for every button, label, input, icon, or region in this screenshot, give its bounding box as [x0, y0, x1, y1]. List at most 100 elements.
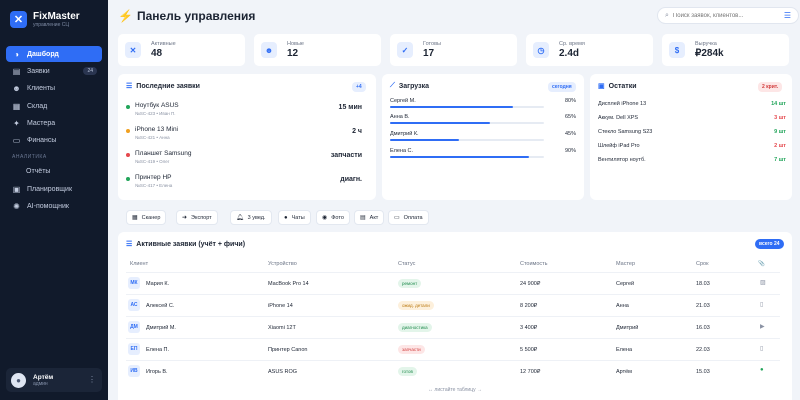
sidebar-item-warehouse[interactable]: ▦ Склад — [6, 98, 102, 114]
search-box[interactable]: ⌕ ☰ — [657, 7, 799, 24]
table-row[interactable]: ЕП Елена П. Принтер Canon запчасти 5 500… — [126, 338, 780, 360]
photo-button[interactable]: ◉ Фото — [316, 210, 350, 225]
image-icon[interactable]: ▨ — [760, 279, 766, 286]
sidebar-item-requests[interactable]: ▤ Заявки 24 — [6, 63, 102, 79]
warehouse-icon: ▦ — [12, 101, 21, 111]
load-period-pill[interactable]: сегодня — [548, 82, 576, 92]
status-dot — [126, 129, 130, 133]
column-header[interactable]: Срок — [696, 261, 709, 267]
check-circle-icon[interactable]: ● — [760, 367, 764, 373]
sidebar-item-finance[interactable]: ▭ Финансы — [6, 133, 102, 149]
list-item[interactable]: iPhone 13 Mini №SC-421 • Анна 2 ч — [126, 126, 362, 146]
load-bar — [390, 106, 544, 108]
doc-icon[interactable]: ▯ — [760, 301, 763, 308]
filter-icon[interactable]: ☰ — [784, 11, 791, 20]
search-input[interactable] — [672, 12, 773, 19]
client-initials: МК — [128, 277, 140, 289]
scanner-button[interactable]: ▦ Сканер — [126, 210, 167, 225]
table-row[interactable]: МК Мария К. MacBook Pro 14 ремонт 24 900… — [126, 272, 780, 294]
bell-icon: 🔔︎ — [236, 215, 244, 221]
sidebar-item-label: Заявки — [27, 67, 50, 75]
page-title: ⚡ Панель управления — [118, 9, 255, 23]
cost-cell: 12 700₽ — [520, 369, 541, 375]
stat-card-ready[interactable]: ✓ Готовы 17 — [390, 34, 517, 66]
notifications-button[interactable]: 🔔︎ 3 увед. — [230, 210, 272, 225]
device-cell: ASUS ROG — [268, 369, 298, 375]
stock-panel: ▣ Остатки 2 крит. Дисплей iPhone 13 14 ш… — [590, 74, 792, 200]
column-header[interactable]: Устройство — [268, 261, 297, 267]
master-name: Дмитрий К. — [390, 131, 419, 137]
load-row: Дмитрий К. 45% — [390, 131, 576, 149]
sidebar-item-reports[interactable]: Отчёты — [6, 164, 102, 180]
video-icon[interactable]: ▶ — [760, 323, 765, 330]
act-button[interactable]: ▤ Акт — [354, 210, 385, 225]
doc-icon[interactable]: ▯ — [760, 345, 763, 352]
user-card[interactable]: ● Артём админ ⋮ — [6, 368, 102, 392]
part-name: Аккум. Dell XPS — [598, 115, 639, 121]
clock-icon: ◷ — [533, 42, 549, 58]
column-header[interactable]: Клиент — [130, 261, 148, 267]
cost-cell: 8 200₽ — [520, 303, 538, 309]
button-label: 3 увед. — [247, 214, 266, 221]
status-badge: диагностика — [398, 323, 432, 332]
load-panel: ⟋ Загрузка сегодня Сергей М. 80% Анна В.… — [382, 74, 584, 200]
client-cell: Елена П. — [146, 347, 170, 353]
stat-card-new[interactable]: ☻ Новые 12 — [254, 34, 381, 66]
sidebar-nav: ◑ Дашборд ▤ Заявки 24 ☻ Клиенты ▦ Склад … — [6, 46, 102, 216]
client-cell: Мария К. — [146, 281, 170, 287]
table-row[interactable]: ИВ Игорь В. ASUS ROG готов 12 700₽ Артём… — [126, 360, 780, 382]
table-row[interactable]: АС Алексей С. iPhone 14 ожид. детали 8 2… — [126, 294, 780, 316]
column-header[interactable]: Мастер — [616, 261, 635, 267]
sidebar-item-dashboard[interactable]: ◑ Дашборд — [6, 46, 102, 62]
device-cell: Xiaomi 12T — [268, 325, 296, 331]
chats-button[interactable]: ● Чаты — [278, 210, 311, 225]
panel-title: ▣ Остатки — [598, 82, 637, 91]
table-row[interactable]: ДМ Дмитрий М. Xiaomi 12T диагностика 3 4… — [126, 316, 780, 338]
load-percent: 80% — [564, 98, 576, 104]
column-header[interactable]: 📎 — [758, 261, 765, 267]
sidebar-item-clients[interactable]: ☻ Клиенты — [6, 81, 102, 97]
main-content: ⚡ Панель управления ⌕ ☰ ✕ Активные 48 ☻ … — [108, 0, 800, 400]
load-row: Анна В. 65% — [390, 114, 576, 132]
sidebar-item-masters[interactable]: ✦ Мастера — [6, 116, 102, 132]
button-label: Чаты — [291, 214, 305, 221]
stock-row[interactable]: Аккум. Dell XPS 3 шт — [598, 115, 786, 129]
stock-row[interactable]: Дисплей iPhone 13 14 шт — [598, 101, 786, 115]
request-time: 2 ч — [352, 128, 362, 135]
export-button[interactable]: ➜ Экспорт — [176, 210, 218, 225]
date-cell: 22.03 — [696, 347, 710, 353]
sidebar-item-planner[interactable]: ▣ Планировщик — [6, 181, 102, 197]
nav-section-analytics: АНАЛИТИКА — [12, 153, 47, 160]
part-qty: 2 шт — [774, 143, 786, 149]
stat-card-avg-time[interactable]: ◷ Ср. время 2.4d — [526, 34, 653, 66]
cost-cell: 3 400₽ — [520, 325, 538, 331]
user-role: админ — [33, 380, 48, 387]
list-item[interactable]: Планшет Samsung №SC-419 • Олег запчасти — [126, 150, 362, 170]
stock-row[interactable]: Стекло Samsung S23 9 шт — [598, 129, 786, 143]
stat-card-revenue[interactable]: $ Выручка ₽284k — [662, 34, 789, 66]
button-label: Экспорт — [191, 214, 212, 221]
stat-card-active[interactable]: ✕ Активные 48 — [118, 34, 245, 66]
list-item[interactable]: Ноутбук ASUS №SC-423 • Иван П. 15 мин — [126, 102, 362, 122]
request-time: диагн. — [340, 176, 362, 183]
stat-value: 2.4d — [559, 48, 580, 59]
column-header[interactable]: Статус — [398, 261, 415, 267]
sidebar-item-ai[interactable]: ✺ AI-помощник — [6, 199, 102, 215]
list-item[interactable]: Принтер HP №SC-417 • Елена диагн. — [126, 174, 362, 194]
more-vertical-icon[interactable]: ⋮ — [88, 375, 96, 384]
column-header[interactable]: Стоимость — [520, 261, 548, 267]
ai-icon: ✺ — [13, 202, 20, 212]
stat-value: 48 — [151, 48, 163, 59]
master-name: Сергей М. — [390, 98, 416, 104]
stock-row[interactable]: Вентилятор ноутб. 7 шт — [598, 157, 786, 171]
status-badge: ожид. детали — [398, 301, 434, 310]
stock-row[interactable]: Шлейф iPad Pro 2 шт — [598, 143, 786, 157]
load-bar-fill — [390, 156, 529, 158]
sidebar-item-label: Мастера — [27, 120, 56, 128]
payment-button[interactable]: ▭ Оплата — [388, 210, 429, 225]
dashboard-icon: ◑ — [14, 49, 19, 59]
brand[interactable]: ✕ FixMaster управление СЦ — [10, 11, 80, 28]
request-title: Принтер HP — [135, 174, 172, 181]
status-dot — [126, 153, 130, 157]
sidebar-item-label: Планировщик — [27, 185, 73, 193]
